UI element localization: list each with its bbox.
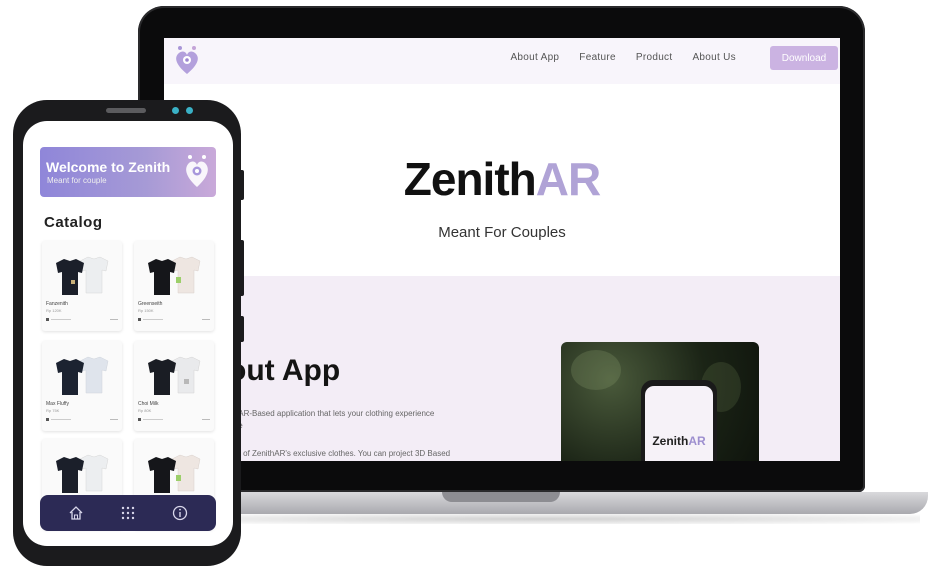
- phone-camera-2: [186, 107, 193, 114]
- about-text-line-3: air of ZenithAR's exclusive clothes. You…: [232, 449, 451, 458]
- tshirt-pair-icon: [148, 454, 201, 493]
- zenith-logo-icon: [186, 155, 208, 187]
- product-card[interactable]: Choi Milk Rp 80K: [134, 341, 214, 431]
- about-text-line-1: a AR-Based application that lets your cl…: [232, 409, 435, 418]
- laptop-shadow: [160, 514, 920, 524]
- phone-camera-1: [172, 107, 179, 114]
- product-price: Rp 80K: [138, 408, 152, 413]
- about-section: out App a AR-Based application that lets…: [164, 276, 840, 461]
- hero-subtitle: Meant For Couples: [438, 224, 566, 241]
- product-card[interactable]: Fanzenith Rp 120K: [42, 241, 122, 331]
- nav-about-app[interactable]: About App: [510, 52, 559, 63]
- nav-about-us[interactable]: About Us: [692, 52, 736, 63]
- about-photo: ZenithAR: [561, 342, 759, 461]
- product-meta-bar: [138, 318, 210, 321]
- laptop-notch: [442, 492, 560, 502]
- site-navbar: About App Feature Product About Us Downl…: [164, 38, 840, 84]
- tshirt-pair-icon: [56, 356, 109, 395]
- product-price: Rp 75K: [46, 408, 60, 413]
- hero-section: ZenithAR Meant For Couples: [164, 84, 840, 276]
- product-meta-bar: [138, 418, 210, 421]
- zenith-logo-icon[interactable]: [172, 44, 202, 76]
- product-meta-bar: [46, 318, 118, 321]
- product-card[interactable]: Greenseith Rp 150K: [134, 241, 214, 331]
- tshirt-pair-icon: [56, 256, 109, 295]
- photo-phone-logo: ZenithAR: [645, 434, 713, 448]
- home-icon[interactable]: [68, 505, 84, 521]
- bottom-nav-bar: [40, 495, 216, 531]
- photo-logo-accent: AR: [688, 434, 706, 448]
- laptop-screen: About App Feature Product About Us Downl…: [164, 38, 840, 461]
- product-card[interactable]: Max Fluffy Rp 75K: [42, 341, 122, 431]
- phone-screen: Welcome to Zenith Meant for couple Catal…: [23, 121, 233, 546]
- product-meta-bar: [46, 418, 118, 421]
- product-name: Max Fluffy: [46, 401, 69, 407]
- product-name: Fanzenith: [46, 301, 68, 307]
- photo-phone-screen: ZenithAR: [645, 386, 713, 461]
- hero-title-accent: AR: [535, 153, 601, 205]
- catalog-title: Catalog: [44, 214, 103, 231]
- hero-title-main: Zenith: [403, 153, 537, 205]
- about-text-line-2: ble: [232, 420, 502, 432]
- download-button[interactable]: Download: [770, 46, 838, 70]
- tshirt-pair-icon: [148, 256, 201, 295]
- phone-speaker: [106, 108, 146, 113]
- info-icon[interactable]: [172, 505, 188, 521]
- product-name: Greenseith: [138, 301, 163, 307]
- nav-feature[interactable]: Feature: [579, 52, 616, 63]
- welcome-subtitle: Meant for couple: [47, 176, 107, 185]
- nav-product[interactable]: Product: [636, 52, 673, 63]
- grid-icon[interactable]: [120, 505, 136, 521]
- tshirt-pair-icon: [56, 454, 109, 493]
- hero-title: ZenithAR: [164, 152, 840, 206]
- nav-links: About App Feature Product About Us: [510, 52, 736, 63]
- product-price: Rp 120K: [46, 308, 62, 313]
- welcome-title: Welcome to Zenith: [46, 159, 171, 175]
- photo-phone: ZenithAR: [641, 380, 717, 461]
- about-heading: out App: [228, 354, 341, 387]
- product-name: Choi Milk: [138, 401, 159, 407]
- product-price: Rp 150K: [138, 308, 154, 313]
- tshirt-pair-icon: [148, 356, 201, 395]
- welcome-banner[interactable]: Welcome to Zenith Meant for couple: [40, 147, 216, 197]
- photo-logo-main: Zenith: [652, 434, 689, 448]
